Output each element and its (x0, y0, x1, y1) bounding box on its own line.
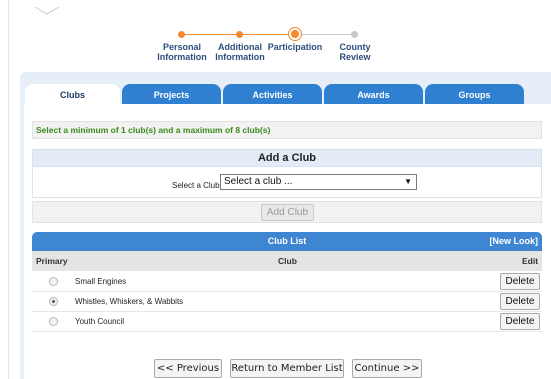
left-divider (8, 0, 9, 379)
tab-groups[interactable]: Groups (425, 84, 524, 105)
tab-clubs[interactable]: Clubs (25, 84, 120, 105)
dropdown-arrow-icon: ▼ (404, 177, 412, 186)
club-name: Whistles, Whiskers, & Wabbits (75, 297, 184, 306)
table-row: Whistles, Whiskers, & Wabbits Delete (32, 292, 542, 312)
table-row: Youth Council Delete (32, 312, 542, 332)
select-club-label: Select a Club: (172, 181, 222, 190)
primary-radio[interactable] (49, 317, 58, 326)
add-club-button[interactable]: Add Club (261, 204, 314, 221)
step-dot-participation (291, 30, 299, 38)
club-list-title: Club List (267, 236, 307, 246)
step-dot-county (351, 31, 358, 38)
step-dot-personal (178, 31, 185, 38)
step-dot-additional (236, 31, 243, 38)
table-row: Small Engines Delete (32, 272, 542, 292)
tab-activities[interactable]: Activities (223, 84, 322, 105)
primary-radio[interactable] (49, 297, 58, 306)
column-primary: Primary (36, 256, 68, 266)
progress-stepper: Personal Information Additional Informatio… (150, 26, 410, 66)
add-club-header: Add a Club (32, 149, 542, 167)
continue-button[interactable]: Continue >> (352, 359, 422, 378)
club-select-value: Select a club ... (224, 176, 293, 187)
club-list-header: Club List [New Look] (32, 232, 542, 251)
delete-button[interactable]: Delete (500, 293, 540, 310)
club-select[interactable]: Select a club ... ▼ (220, 174, 417, 190)
club-name: Youth Council (75, 317, 125, 326)
column-club: Club (278, 256, 297, 266)
delete-button[interactable]: Delete (500, 273, 540, 290)
stepper-line-pending (294, 34, 354, 35)
tab-projects[interactable]: Projects (122, 84, 221, 105)
chevron-down-icon[interactable] (34, 6, 60, 16)
club-name: Small Engines (75, 277, 127, 286)
delete-button[interactable]: Delete (500, 313, 540, 330)
club-list-column-header: Primary Club Edit (32, 251, 542, 271)
previous-button[interactable]: << Previous (154, 359, 222, 378)
tab-awards[interactable]: Awards (324, 84, 423, 105)
step-label-county: County Review (339, 42, 371, 62)
new-look-link[interactable]: [New Look] (490, 232, 539, 251)
return-to-member-list-button[interactable]: Return to Member List (230, 359, 344, 378)
club-limit-notice: Select a minimum of 1 club(s) and a maxi… (32, 121, 542, 139)
column-edit: Edit (522, 256, 539, 266)
primary-radio[interactable] (49, 277, 58, 286)
